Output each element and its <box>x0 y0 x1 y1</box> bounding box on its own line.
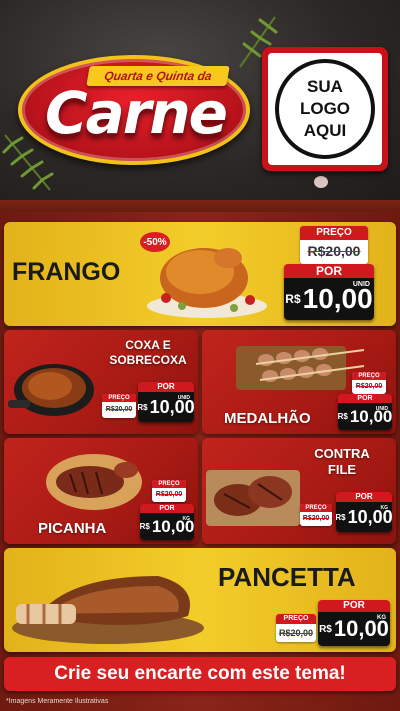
new-price-tag: POR R$ 10,00 KG <box>318 600 390 646</box>
new-price-tag: POR R$ 10,00 UNID <box>338 394 392 430</box>
card-pancetta[interactable]: PANCETTA PREÇO R$20,00 POR R$ 10,00 KG <box>4 548 396 652</box>
garlic-icon <box>314 176 328 188</box>
old-price-tag: PREÇO R$20,00 <box>102 394 136 418</box>
new-price-tag: POR R$ 10,00 UNID <box>138 382 194 422</box>
new-price-tag: POR R$ 10,00 UNID <box>284 264 374 320</box>
logo-line: SUA <box>307 77 343 96</box>
por-label: POR <box>318 600 390 612</box>
product-name: CONTRA FILE <box>306 446 378 478</box>
name-line: COXA E <box>125 338 171 352</box>
footnote: *Imagens Meramente Ilustrativas <box>6 698 109 705</box>
product-name: FRANGO <box>12 258 121 286</box>
por-label: POR <box>336 492 392 502</box>
price-unit: KG <box>377 615 386 621</box>
preco-label: PREÇO <box>276 614 316 624</box>
product-name: PICANHA <box>38 520 107 537</box>
new-price-tag: POR R$ 10,00 KG <box>336 492 392 532</box>
steak-board-icon <box>46 454 142 510</box>
name-line: CONTRA <box>314 446 370 461</box>
old-price: R$20,00 <box>302 515 330 522</box>
new-price: R$ 10,00 UNID <box>284 278 374 320</box>
new-price: R$ 10,00 KG <box>318 612 390 646</box>
name-line: SOBRECOXA <box>109 353 187 367</box>
steaks-board-icon <box>206 470 300 526</box>
preco-label: PREÇO <box>300 504 332 512</box>
price-unit: UNID <box>177 395 190 401</box>
old-price-tag: PREÇO R$20,00 <box>300 504 332 526</box>
logo-placeholder[interactable]: SUA LOGO AQUI <box>262 47 388 171</box>
cta-button[interactable]: Crie seu encarte com este tema! <box>4 657 396 691</box>
price-unit: KG <box>182 516 191 522</box>
logo-line: LOGO <box>299 99 351 118</box>
old-price-tag: PREÇO R$20,00 <box>276 614 316 642</box>
price-unit: UNID <box>375 406 388 412</box>
preco-label: PREÇO <box>152 480 186 488</box>
price-unit: UNID <box>352 281 370 288</box>
card-contrafile[interactable]: CONTRA FILE PREÇO R$20,00 POR R$ 10,00 K… <box>202 438 396 544</box>
preco-label: PREÇO <box>352 372 386 380</box>
por-label: POR <box>284 264 374 278</box>
old-price-tag: PREÇO R$20,00 <box>352 372 386 394</box>
old-price: R$20,00 <box>355 383 383 390</box>
por-label: POR <box>138 382 194 392</box>
old-price: R$20,00 <box>278 628 314 638</box>
new-price: R$ 10,00 UNID <box>138 392 194 422</box>
old-price-tag: PREÇO R$20,00 <box>300 226 368 264</box>
card-frango[interactable]: FRANGO PREÇO R$20,00 POR R$ 10,00 UNID <box>4 222 396 326</box>
product-name: PANCETTA <box>218 562 356 592</box>
old-price-tag: PREÇO R$20,00 <box>152 480 186 502</box>
por-label: POR <box>338 394 392 403</box>
currency: R$ <box>138 402 148 412</box>
new-price: R$ 10,00 UNID <box>338 403 392 430</box>
old-price: R$20,00 <box>155 491 183 498</box>
currency: R$ <box>338 412 348 421</box>
card-coxa[interactable]: COXA E SOBRECOXA PREÇO R$20,00 POR R$ 10… <box>4 330 198 434</box>
currency: R$ <box>285 292 301 306</box>
product-name: MEDALHÃO <box>224 410 311 427</box>
logo-line: AQUI <box>303 121 347 140</box>
price-unit: KG <box>380 505 389 511</box>
currency: R$ <box>336 512 346 522</box>
header: Quarta e Quinta da Carne SUA LOGO AQUI <box>0 0 400 205</box>
title-main: Carne <box>45 79 228 147</box>
new-price-tag: POR R$ 10,00 KG <box>140 504 194 540</box>
preco-label: PREÇO <box>300 226 368 240</box>
skewers-icon <box>236 346 365 390</box>
product-name: COXA E SOBRECOXA <box>108 338 188 368</box>
card-medalhao[interactable]: MEDALHÃO PREÇO R$20,00 POR R$ 10,00 UNID <box>202 330 396 434</box>
currency: R$ <box>319 623 332 635</box>
logo-circle: SUA LOGO AQUI <box>275 59 375 159</box>
old-price: R$20,00 <box>105 406 133 413</box>
discount-badge: -50% <box>140 232 170 252</box>
por-label: POR <box>140 504 194 513</box>
name-line: FILE <box>327 462 357 477</box>
new-price: R$ 10,00 KG <box>140 513 194 540</box>
card-picanha[interactable]: PICANHA PREÇO R$20,00 POR R$ 10,00 KG <box>4 438 198 544</box>
preco-label: PREÇO <box>102 394 136 402</box>
currency: R$ <box>140 522 150 531</box>
old-price: R$20,00 <box>307 243 361 259</box>
drumstick-pan-icon <box>8 364 94 416</box>
pancetta-board-icon <box>12 576 204 644</box>
new-price: R$ 10,00 KG <box>336 502 392 532</box>
